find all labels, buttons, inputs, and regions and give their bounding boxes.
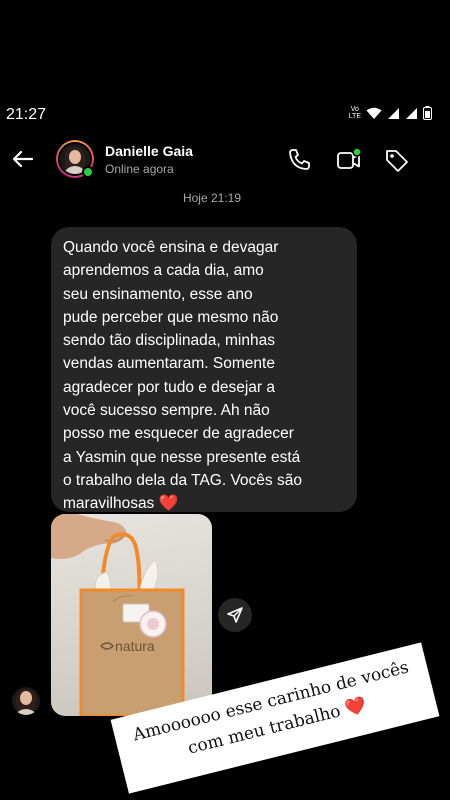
online-indicator xyxy=(82,166,94,178)
status-bar: 21:27 Vo LTE xyxy=(0,100,450,130)
signal-icon xyxy=(388,107,399,119)
contact-status: Online agora xyxy=(105,162,174,176)
video-call-icon[interactable] xyxy=(336,147,362,173)
sender-avatar[interactable] xyxy=(12,687,40,715)
message-bubble[interactable]: Quando você ensina e devagar aprendemos … xyxy=(51,227,357,512)
wifi-icon xyxy=(366,107,382,119)
share-button[interactable] xyxy=(218,598,252,632)
contact-name[interactable]: Danielle Gaia xyxy=(105,143,193,159)
battery-icon xyxy=(423,106,432,120)
gift-bag-photo: natura xyxy=(51,514,185,716)
status-icons: Vo LTE xyxy=(349,106,432,120)
volte-icon: Vo LTE xyxy=(348,106,361,120)
status-time: 21:27 xyxy=(6,106,47,123)
photo-message[interactable]: natura xyxy=(51,514,212,716)
bag-brand-label: natura xyxy=(115,638,155,654)
send-icon xyxy=(227,607,243,623)
heart-emoji: ❤️ xyxy=(158,495,179,513)
tag-icon[interactable] xyxy=(384,147,410,173)
phone-icon[interactable] xyxy=(286,147,312,173)
message-timestamp: Hoje 21:19 xyxy=(182,191,242,205)
note-heart-emoji: ❤️ xyxy=(343,694,369,720)
back-arrow-icon[interactable] xyxy=(10,146,36,172)
chat-header: Danielle Gaia Online agora xyxy=(0,136,450,180)
signal-icon-2 xyxy=(406,107,417,119)
message-text: Quando você ensina e devagar aprendemos … xyxy=(63,239,302,513)
